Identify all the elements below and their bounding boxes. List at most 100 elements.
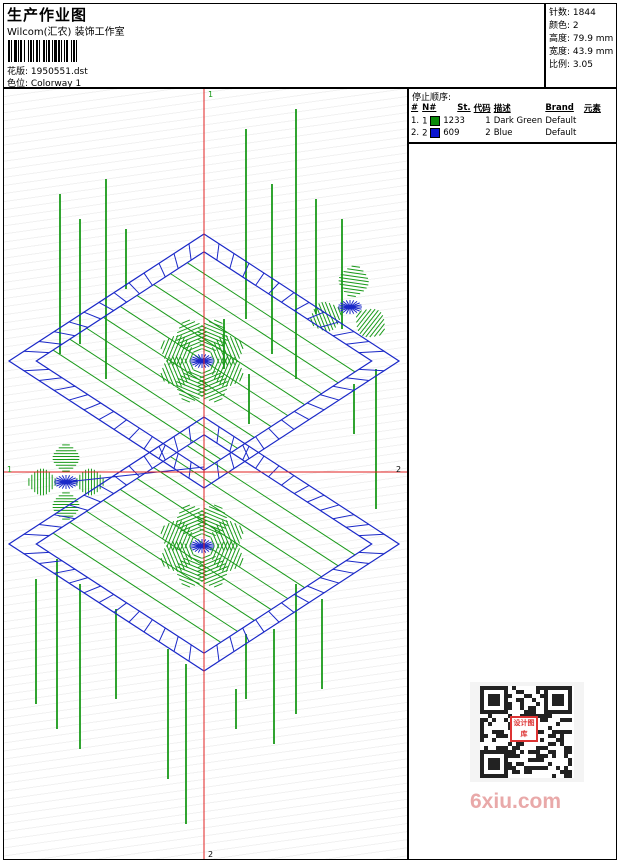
diamond-rung: [358, 368, 385, 372]
qr-badge: 设计图库: [510, 716, 538, 742]
diamond-rung: [307, 402, 325, 411]
diamond-rung: [242, 444, 250, 459]
diamond-rung: [345, 340, 370, 345]
col-description: 描述: [493, 104, 511, 114]
diamond-rung: [188, 644, 192, 662]
row-code: 1: [485, 116, 491, 127]
col-index: #: [411, 103, 419, 113]
diamond-rung: [216, 461, 220, 479]
stat-height: 高度: 79.9 mm: [549, 34, 614, 44]
diamond-fill-stripe: [103, 316, 272, 427]
color-swatch-blue: [430, 127, 441, 138]
diamond-rung: [158, 446, 166, 461]
flower-left-leaf: [52, 444, 80, 472]
diamond-rung: [128, 282, 140, 295]
flower-right-leaf: [338, 265, 369, 297]
diamond-rung: [255, 455, 265, 469]
page-title: 生产作业图: [7, 6, 88, 24]
axis-crosshair: 1 2 1 2: [4, 89, 407, 859]
diamond-rung: [345, 560, 370, 565]
diamond-rung: [358, 350, 385, 354]
stat-width: 宽度: 43.9 mm: [549, 47, 614, 57]
diamond-fill-stripe: [153, 467, 322, 578]
row-index: 1.: [411, 116, 420, 127]
diamond-rung: [307, 494, 325, 503]
diamond-rung: [143, 455, 153, 469]
axis-label-bottom: 2: [208, 850, 213, 859]
stop-sequence-table: # N# St. 代码 描述 Brand 元素 1. 1 1233 1 Dark…: [411, 102, 604, 139]
diamond-rung: [281, 292, 295, 303]
diamond-rung: [83, 494, 101, 503]
diamond-rung: [268, 610, 280, 623]
diamond-rung: [229, 453, 235, 469]
diamond-rung: [23, 368, 50, 372]
barcode: [8, 40, 146, 62]
diamond-rung: [281, 419, 295, 430]
diamond-rung: [158, 627, 166, 642]
diamond-rung: [332, 568, 355, 574]
diamond-rung: [23, 350, 50, 354]
flower-right-leaf: [355, 308, 386, 338]
diamond-rung: [38, 523, 63, 528]
diamond-rung: [143, 272, 153, 286]
diamond-rung: [173, 436, 179, 452]
diamond-rung: [68, 394, 89, 401]
diamond-rung: [281, 475, 295, 486]
diamond-rung: [23, 533, 50, 537]
diamond-rung: [319, 504, 340, 511]
axis-label-top: 1: [208, 90, 213, 99]
diamond-rung: [281, 602, 295, 613]
diamond-rung: [128, 427, 140, 440]
company-name: Wilcom(汇农) 装饰工作室: [7, 27, 125, 38]
diamond-rung: [53, 514, 76, 520]
diamond-rung: [23, 551, 50, 555]
col-stitches: St.: [457, 103, 471, 113]
diamond-rung: [53, 331, 76, 337]
diamond-rung: [128, 610, 140, 623]
flower-left-leaf: [28, 468, 56, 496]
diamond-rung: [255, 619, 265, 633]
diamond-rung: [268, 427, 280, 440]
table-row[interactable]: 1. 1 1233 1 Dark Green Default: [411, 116, 604, 128]
diamond-rung: [53, 385, 76, 391]
diamond-rung: [332, 385, 355, 391]
embroidery-canvas: 1 2 1 2: [4, 89, 407, 859]
diamond-rung: [319, 577, 340, 584]
diamond-rung: [173, 253, 179, 269]
qr-code-watermark: 设计图库: [470, 682, 584, 782]
diamond-rung: [358, 551, 385, 555]
row-index: 2.: [411, 127, 420, 138]
diamond-rung: [143, 436, 153, 450]
row-stitches: 1233: [443, 116, 465, 127]
color-swatch-green: [430, 116, 441, 126]
diamond-rung: [38, 377, 63, 382]
stop-sequence-panel: 停止顺序: # N# St. 代码 描述 Brand 元素 1. 1 1233 …: [408, 88, 617, 143]
diamond-rung: [332, 331, 355, 337]
diamond-rung: [229, 636, 235, 652]
diamond-rung: [268, 465, 280, 478]
col-needle: N#: [422, 103, 437, 113]
diamond-fill-stripe: [103, 499, 272, 610]
col-element: 元素: [583, 104, 601, 114]
row-brand: Default: [545, 127, 577, 138]
diamond-rung: [358, 533, 385, 537]
diamond-rung: [113, 602, 127, 613]
diamond-rung: [68, 577, 89, 584]
diamond-rung: [294, 410, 310, 421]
diamond-rung: [83, 402, 101, 411]
diamond-rung: [216, 644, 220, 662]
diamond-rung: [38, 560, 63, 565]
col-brand: Brand: [545, 103, 574, 113]
stat-scale: 比例: 3.05: [549, 60, 593, 70]
design-preview[interactable]: 1 2 1 2: [3, 88, 408, 860]
diamond-rung: [345, 377, 370, 382]
diamond-rung: [188, 243, 192, 261]
table-row[interactable]: 2. 2 609 2 Blue Default: [411, 127, 604, 140]
row-stitches: 609: [443, 127, 460, 138]
site-watermark: 6xiu.com: [470, 790, 562, 813]
diamond-rung: [83, 311, 101, 320]
stats-panel: 针数: 1844 颜色: 2 高度: 79.9 mm 宽度: 43.9 mm 比…: [545, 3, 617, 88]
diamond-rung: [98, 410, 114, 421]
diamond-rung: [158, 444, 166, 459]
diamond-rung: [294, 484, 310, 495]
